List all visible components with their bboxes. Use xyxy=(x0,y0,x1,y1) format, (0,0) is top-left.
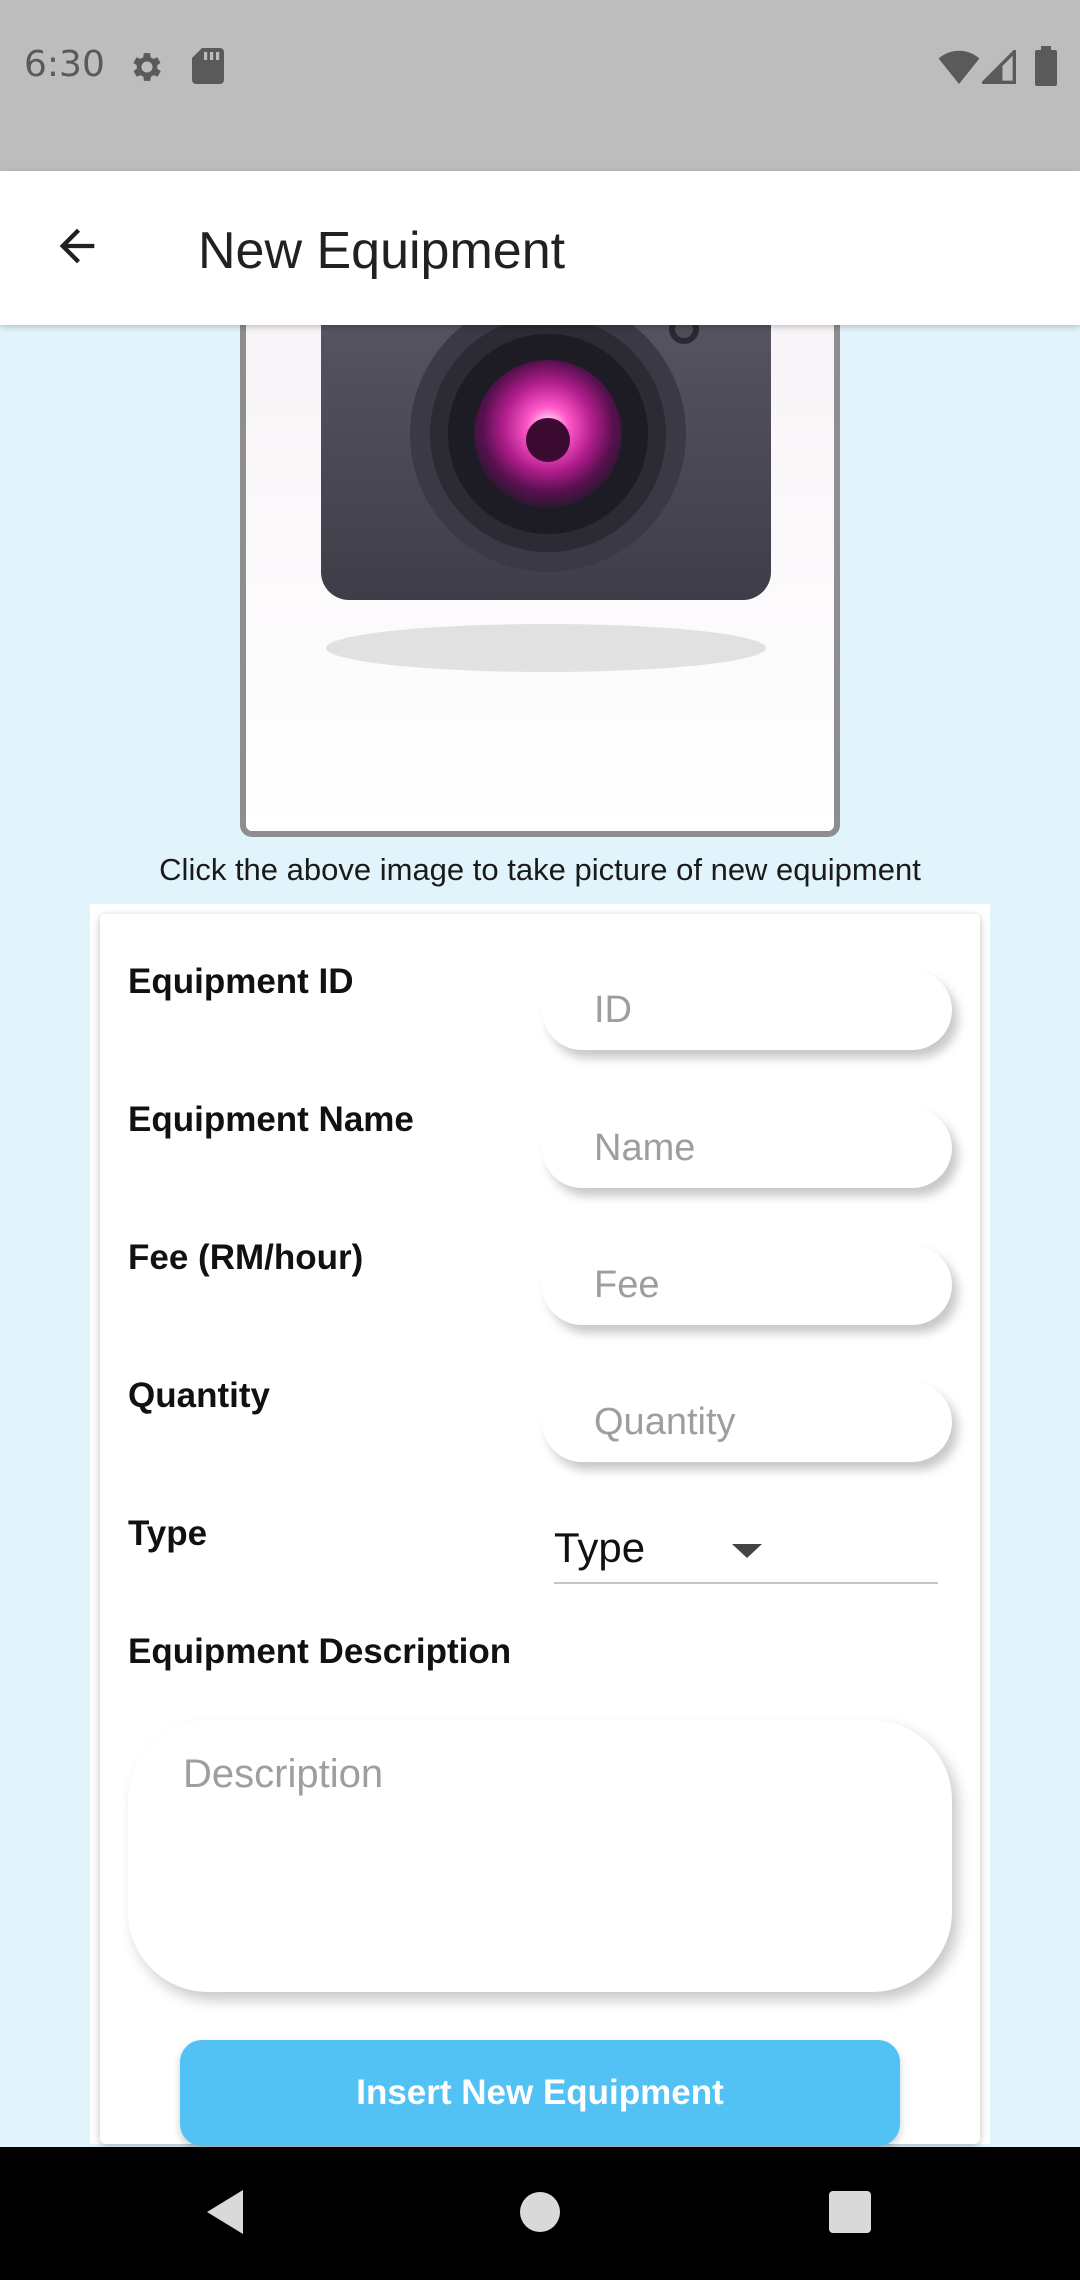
type-selected-value: Type xyxy=(554,1524,646,1571)
equipment-image-picker[interactable] xyxy=(240,250,840,837)
insert-equipment-button[interactable]: Insert New Equipment xyxy=(180,2040,900,2146)
back-button[interactable] xyxy=(40,211,114,285)
battery-icon xyxy=(1035,46,1057,91)
type-dropdown[interactable]: Type xyxy=(554,1520,938,1584)
nav-home-button[interactable] xyxy=(495,2169,585,2259)
image-caption: Click the above image to take picture of… xyxy=(159,852,921,887)
wifi-icon xyxy=(938,50,980,89)
description-input[interactable] xyxy=(128,1720,952,1992)
status-time: 6:30 xyxy=(24,44,105,85)
status-bar: 6:30 xyxy=(0,0,1080,171)
nav-recents-button[interactable] xyxy=(805,2169,895,2259)
sd-card-icon xyxy=(192,48,224,89)
equipment-id-label: Equipment ID xyxy=(128,962,354,1001)
page-title: New Equipment xyxy=(198,222,566,280)
type-label: Type xyxy=(128,1514,208,1553)
equipment-name-label: Equipment Name xyxy=(128,1100,414,1139)
camera-icon xyxy=(321,256,771,672)
equipment-name-input[interactable] xyxy=(542,1108,952,1188)
app-bar: New Equipment xyxy=(0,171,1080,325)
quantity-label: Quantity xyxy=(128,1376,270,1415)
fee-label: Fee (RM/hour) xyxy=(128,1238,364,1277)
home-circle-icon xyxy=(518,2190,562,2239)
quantity-input[interactable] xyxy=(542,1382,952,1462)
back-triangle-icon xyxy=(203,2188,247,2241)
system-nav-bar xyxy=(0,2147,1080,2280)
dropdown-arrow-icon xyxy=(732,1544,762,1558)
description-label: Equipment Description xyxy=(128,1632,512,1671)
signal-icon xyxy=(979,47,1016,89)
recents-square-icon xyxy=(829,2190,871,2238)
nav-back-button[interactable] xyxy=(180,2169,270,2259)
settings-icon xyxy=(128,48,166,91)
equipment-id-input[interactable] xyxy=(542,970,952,1050)
fee-input[interactable] xyxy=(542,1245,952,1325)
arrow-back-icon xyxy=(51,220,103,277)
